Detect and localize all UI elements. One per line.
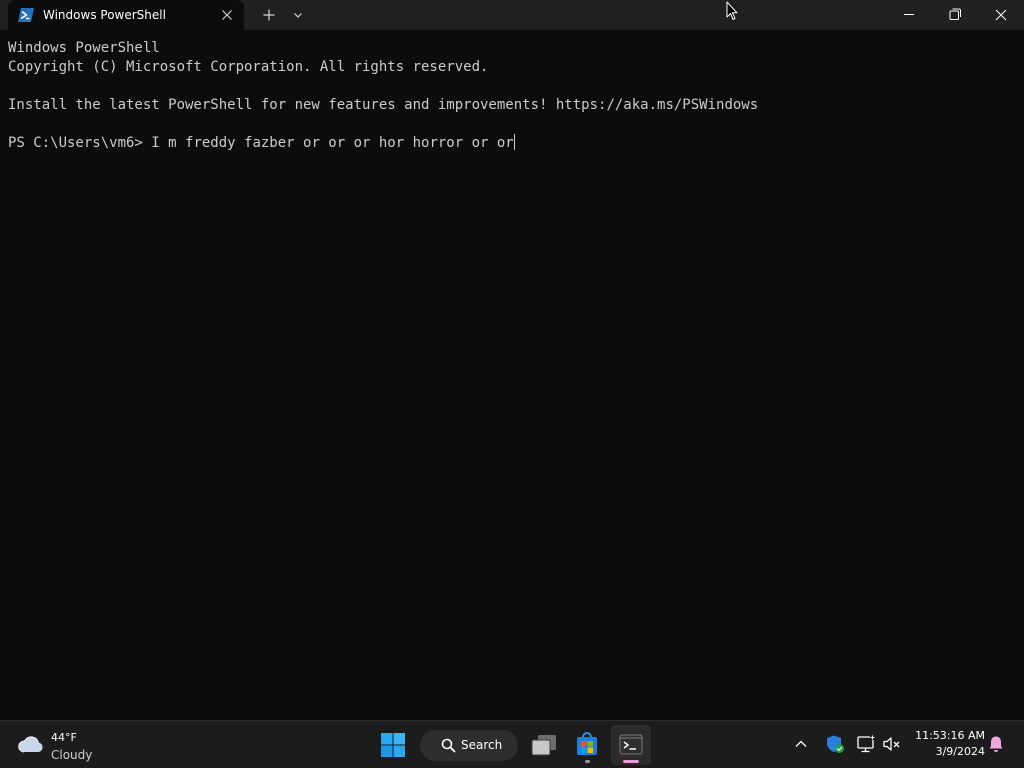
tab-dropdown-button[interactable] [288,5,308,25]
terminal-line: Windows PowerShell [8,40,160,56]
volume-button[interactable] [881,733,903,755]
tab-title: Windows PowerShell [43,8,166,22]
taskbar: 44°F Cloudy Search 11:53:16 AM 3/9/2024 [0,720,1024,768]
windows-security-button[interactable] [824,733,846,755]
terminal-taskbar-button[interactable] [611,725,651,765]
terminal-window: Windows PowerShell Windows PowerShell Co… [0,0,1024,720]
restore-icon [949,8,961,20]
terminal-output[interactable]: Windows PowerShell Copyright (C) Microso… [8,39,1016,153]
tab-close-button[interactable] [217,5,237,25]
notifications-button[interactable] [985,733,1007,755]
chevron-down-icon [294,13,302,18]
task-view-icon [531,735,556,756]
microsoft-store-button[interactable] [567,725,607,765]
show-hidden-icons-button[interactable] [790,733,812,755]
close-icon [995,9,1007,21]
close-icon [222,10,232,20]
powershell-icon [18,8,34,22]
cloud-icon [17,733,45,755]
tab-windows-powershell[interactable]: Windows PowerShell [8,0,244,30]
network-icon [857,735,875,753]
microsoft-store-icon [577,732,597,755]
weather-temperature: 44°F [51,731,77,744]
store-running-indicator [585,760,590,763]
minimize-icon [904,14,914,15]
volume-muted-icon [883,737,900,751]
search-button[interactable]: Search [420,730,518,761]
chevron-up-icon [795,740,807,747]
terminal-line: Install the latest PowerShell for new fe… [8,97,759,113]
prompt-line[interactable]: PS C:\Users\vm6> I m freddy fazber or or… [8,134,1016,153]
windows-security-icon [827,735,844,753]
text-cursor [513,134,515,150]
mouse-pointer-icon [726,1,738,21]
weather-widget[interactable]: 44°F Cloudy [12,725,122,765]
start-button[interactable] [373,725,413,765]
clock[interactable]: 11:53:16 AM 3/9/2024 [905,728,985,760]
network-button[interactable] [855,733,877,755]
weather-condition: Cloudy [51,748,93,762]
maximize-button[interactable] [932,0,978,30]
command-input[interactable]: I m freddy fazber or or or hor horror or… [151,135,513,151]
search-label: Search [461,738,503,752]
terminal-active-indicator [623,760,639,763]
title-bar[interactable]: Windows PowerShell [0,0,1024,30]
terminal-line: Copyright (C) Microsoft Corporation. All… [8,59,489,75]
plus-icon [263,9,275,21]
clock-date: 3/9/2024 [935,745,985,758]
minimize-button[interactable] [886,0,932,30]
windows-start-icon [381,733,405,757]
terminal-icon [619,734,643,755]
prompt: PS C:\Users\vm6> [8,135,152,151]
search-icon [441,738,456,753]
new-tab-button[interactable] [258,5,280,25]
task-view-button[interactable] [524,725,564,765]
clock-time: 11:53:16 AM [915,729,985,742]
bell-icon [989,736,1003,752]
close-button[interactable] [978,0,1024,30]
